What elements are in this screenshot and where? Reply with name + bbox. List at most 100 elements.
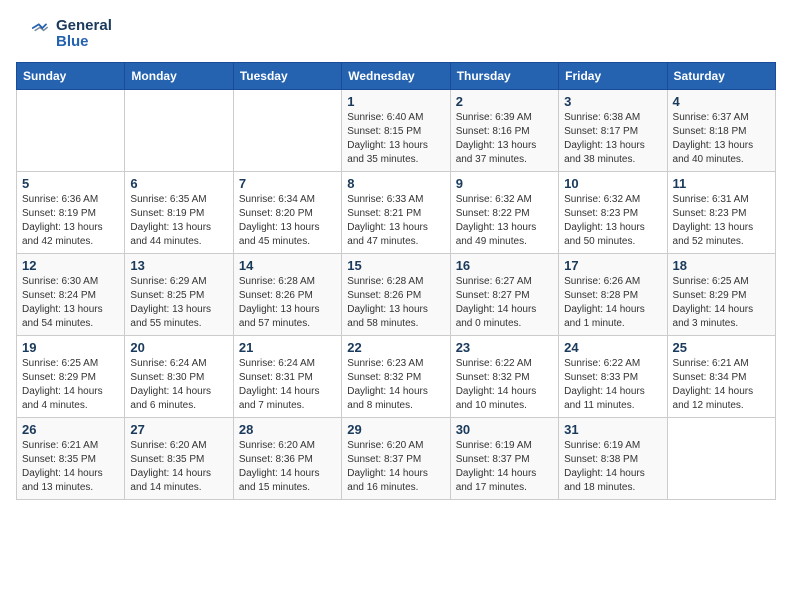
day-number: 6	[130, 176, 227, 191]
day-number: 20	[130, 340, 227, 355]
day-cell: 6 Sunrise: 6:35 AM Sunset: 8:19 PM Daylig…	[125, 172, 233, 254]
day-number: 26	[22, 422, 119, 437]
day-number: 5	[22, 176, 119, 191]
day-cell: 24 Sunrise: 6:22 AM Sunset: 8:33 PM Dayli…	[559, 336, 667, 418]
day-info: Sunrise: 6:22 AM Sunset: 8:32 PM Dayligh…	[456, 357, 553, 413]
day-cell: 8 Sunrise: 6:33 AM Sunset: 8:21 PM Daylig…	[342, 172, 450, 254]
day-cell: 18Sunrise: 6:25 AM Sunset: 8:29 PM Dayli…	[667, 254, 775, 336]
day-info: Sunrise: 6:20 AM Sunset: 8:37 PM Dayligh…	[347, 439, 444, 495]
calendar-body: 1 Sunrise: 6:40 AM Sunset: 8:15 PM Daylig…	[17, 90, 776, 500]
day-info: Sunrise: 6:21 AM Sunset: 8:35 PM Dayligh…	[22, 439, 119, 495]
day-number: 19	[22, 340, 119, 355]
day-info: Sunrise: 6:29 AM Sunset: 8:25 PM Dayligh…	[130, 275, 227, 331]
day-number: 1	[347, 94, 444, 109]
day-number: 22	[347, 340, 444, 355]
day-number: 27	[130, 422, 227, 437]
week-row-1: 5Sunrise: 6:36 AM Sunset: 8:19 PM Daylig…	[17, 172, 776, 254]
day-number: 11	[673, 176, 770, 191]
week-row-2: 12Sunrise: 6:30 AM Sunset: 8:24 PM Dayli…	[17, 254, 776, 336]
week-row-0: 1 Sunrise: 6:40 AM Sunset: 8:15 PM Daylig…	[17, 90, 776, 172]
day-cell	[667, 418, 775, 500]
day-info: Sunrise: 6:24 AM Sunset: 8:30 PM Dayligh…	[130, 357, 227, 413]
day-info: Sunrise: 6:25 AM Sunset: 8:29 PM Dayligh…	[673, 275, 770, 331]
day-info: Sunrise: 6:20 AM Sunset: 8:35 PM Dayligh…	[130, 439, 227, 495]
header-cell-tuesday: Tuesday	[233, 63, 341, 90]
day-cell: 10Sunrise: 6:32 AM Sunset: 8:23 PM Dayli…	[559, 172, 667, 254]
logo: General Blue	[16, 16, 112, 52]
day-number: 8	[347, 176, 444, 191]
day-cell: 1 Sunrise: 6:40 AM Sunset: 8:15 PM Daylig…	[342, 90, 450, 172]
day-cell: 25Sunrise: 6:21 AM Sunset: 8:34 PM Dayli…	[667, 336, 775, 418]
day-number: 7	[239, 176, 336, 191]
logo-container: General Blue	[16, 16, 112, 52]
logo-line2: Blue	[56, 34, 112, 51]
day-info: Sunrise: 6:23 AM Sunset: 8:32 PM Dayligh…	[347, 357, 444, 413]
page-header: General Blue	[16, 16, 776, 52]
day-info: Sunrise: 6:39 AM Sunset: 8:16 PM Dayligh…	[456, 111, 553, 167]
day-info: Sunrise: 6:22 AM Sunset: 8:33 PM Dayligh…	[564, 357, 661, 413]
day-number: 21	[239, 340, 336, 355]
day-info: Sunrise: 6:40 AM Sunset: 8:15 PM Dayligh…	[347, 111, 444, 167]
header-cell-monday: Monday	[125, 63, 233, 90]
day-cell: 12Sunrise: 6:30 AM Sunset: 8:24 PM Dayli…	[17, 254, 125, 336]
header-cell-wednesday: Wednesday	[342, 63, 450, 90]
day-cell: 13 Sunrise: 6:29 AM Sunset: 8:25 PM Dayli…	[125, 254, 233, 336]
day-number: 30	[456, 422, 553, 437]
day-cell	[125, 90, 233, 172]
day-number: 3	[564, 94, 661, 109]
day-number: 16	[456, 258, 553, 273]
day-cell: 11 Sunrise: 6:31 AM Sunset: 8:23 PM Dayli…	[667, 172, 775, 254]
day-cell: 15Sunrise: 6:28 AM Sunset: 8:26 PM Dayli…	[342, 254, 450, 336]
day-info: Sunrise: 6:19 AM Sunset: 8:38 PM Dayligh…	[564, 439, 661, 495]
day-number: 23	[456, 340, 553, 355]
day-cell: 19 Sunrise: 6:25 AM Sunset: 8:29 PM Dayli…	[17, 336, 125, 418]
day-info: Sunrise: 6:27 AM Sunset: 8:27 PM Dayligh…	[456, 275, 553, 331]
day-cell: 4Sunrise: 6:37 AM Sunset: 8:18 PM Daylig…	[667, 90, 775, 172]
header-cell-sunday: Sunday	[17, 63, 125, 90]
day-number: 4	[673, 94, 770, 109]
day-cell: 20 Sunrise: 6:24 AM Sunset: 8:30 PM Dayli…	[125, 336, 233, 418]
day-cell: 22 Sunrise: 6:23 AM Sunset: 8:32 PM Dayli…	[342, 336, 450, 418]
day-cell: 27 Sunrise: 6:20 AM Sunset: 8:35 PM Dayli…	[125, 418, 233, 500]
day-cell: 3 Sunrise: 6:38 AM Sunset: 8:17 PM Daylig…	[559, 90, 667, 172]
day-cell: 16 Sunrise: 6:27 AM Sunset: 8:27 PM Dayli…	[450, 254, 558, 336]
day-info: Sunrise: 6:33 AM Sunset: 8:21 PM Dayligh…	[347, 193, 444, 249]
header-cell-thursday: Thursday	[450, 63, 558, 90]
day-cell: 21 Sunrise: 6:24 AM Sunset: 8:31 PM Dayli…	[233, 336, 341, 418]
day-info: Sunrise: 6:38 AM Sunset: 8:17 PM Dayligh…	[564, 111, 661, 167]
day-cell	[233, 90, 341, 172]
day-info: Sunrise: 6:32 AM Sunset: 8:23 PM Dayligh…	[564, 193, 661, 249]
calendar-header: SundayMondayTuesdayWednesdayThursdayFrid…	[17, 63, 776, 90]
day-number: 15	[347, 258, 444, 273]
day-number: 29	[347, 422, 444, 437]
day-number: 9	[456, 176, 553, 191]
logo-bird-icon	[16, 16, 52, 52]
day-info: Sunrise: 6:28 AM Sunset: 8:26 PM Dayligh…	[239, 275, 336, 331]
day-info: Sunrise: 6:31 AM Sunset: 8:23 PM Dayligh…	[673, 193, 770, 249]
day-info: Sunrise: 6:34 AM Sunset: 8:20 PM Dayligh…	[239, 193, 336, 249]
day-cell: 17Sunrise: 6:26 AM Sunset: 8:28 PM Dayli…	[559, 254, 667, 336]
header-row: SundayMondayTuesdayWednesdayThursdayFrid…	[17, 63, 776, 90]
day-info: Sunrise: 6:32 AM Sunset: 8:22 PM Dayligh…	[456, 193, 553, 249]
day-info: Sunrise: 6:20 AM Sunset: 8:36 PM Dayligh…	[239, 439, 336, 495]
week-row-3: 19 Sunrise: 6:25 AM Sunset: 8:29 PM Dayli…	[17, 336, 776, 418]
day-info: Sunrise: 6:26 AM Sunset: 8:28 PM Dayligh…	[564, 275, 661, 331]
day-number: 28	[239, 422, 336, 437]
day-number: 2	[456, 94, 553, 109]
day-number: 24	[564, 340, 661, 355]
day-number: 13	[130, 258, 227, 273]
day-cell	[17, 90, 125, 172]
day-number: 25	[673, 340, 770, 355]
day-cell: 5Sunrise: 6:36 AM Sunset: 8:19 PM Daylig…	[17, 172, 125, 254]
day-number: 12	[22, 258, 119, 273]
day-info: Sunrise: 6:35 AM Sunset: 8:19 PM Dayligh…	[130, 193, 227, 249]
day-info: Sunrise: 6:25 AM Sunset: 8:29 PM Dayligh…	[22, 357, 119, 413]
day-info: Sunrise: 6:24 AM Sunset: 8:31 PM Dayligh…	[239, 357, 336, 413]
day-cell: 23 Sunrise: 6:22 AM Sunset: 8:32 PM Dayli…	[450, 336, 558, 418]
logo-line1: General	[56, 18, 112, 35]
header-cell-friday: Friday	[559, 63, 667, 90]
day-cell: 31 Sunrise: 6:19 AM Sunset: 8:38 PM Dayli…	[559, 418, 667, 500]
day-cell: 26 Sunrise: 6:21 AM Sunset: 8:35 PM Dayli…	[17, 418, 125, 500]
day-cell: 9 Sunrise: 6:32 AM Sunset: 8:22 PM Daylig…	[450, 172, 558, 254]
day-number: 31	[564, 422, 661, 437]
